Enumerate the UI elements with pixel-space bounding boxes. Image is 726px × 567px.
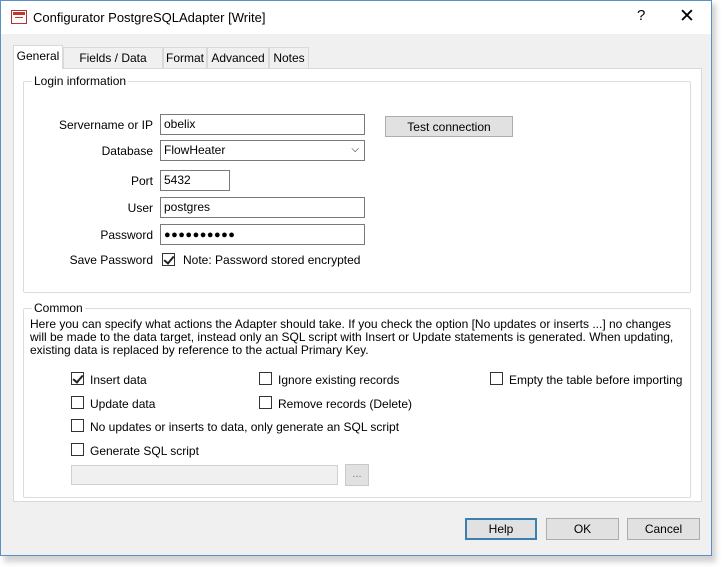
database-label: Database: [101, 144, 153, 158]
save-password-note: Note: Password stored encrypted: [183, 253, 361, 267]
title-bar: Configurator PostgreSQLAdapter [Write] ?…: [1, 1, 711, 34]
test-connection-button[interactable]: Test connection: [385, 116, 513, 137]
help-icon[interactable]: ?: [637, 7, 645, 24]
tab-advanced[interactable]: Advanced: [207, 47, 269, 68]
ok-button[interactable]: OK: [546, 518, 619, 540]
password-input[interactable]: ●●●●●●●●●●: [160, 224, 365, 245]
tab-format[interactable]: Format: [163, 47, 207, 68]
cancel-button[interactable]: Cancel: [627, 518, 700, 540]
update-data-label: Update data: [90, 397, 156, 411]
tab-notes[interactable]: Notes: [269, 47, 309, 68]
no-updates-checkbox[interactable]: [71, 419, 84, 432]
database-value: FlowHeater: [164, 143, 226, 157]
sql-script-path-input[interactable]: [71, 465, 338, 485]
servername-input[interactable]: obelix: [160, 114, 365, 135]
configurator-dialog: Configurator PostgreSQLAdapter [Write] ?…: [0, 0, 712, 556]
tab-fields-data-types[interactable]: Fields / Data types: [63, 47, 163, 79]
database-select[interactable]: FlowHeater ⌵: [160, 140, 365, 161]
ignore-existing-checkbox[interactable]: [259, 372, 272, 385]
remove-records-label: Remove records (Delete): [278, 397, 413, 411]
empty-table-label: Empty the table before importing: [509, 373, 683, 387]
user-input[interactable]: postgres: [160, 197, 365, 218]
insert-data-label: Insert data: [90, 373, 147, 387]
password-label: Password: [100, 228, 153, 242]
common-label: Common: [32, 301, 85, 315]
no-updates-label: No updates or inserts to data, only gene…: [90, 420, 400, 434]
close-icon[interactable]: ✕: [679, 5, 695, 28]
help-button[interactable]: Help: [465, 518, 537, 540]
generate-sql-label: Generate SQL script: [90, 444, 199, 458]
remove-records-checkbox[interactable]: [259, 396, 272, 409]
browse-button[interactable]: ...: [345, 464, 369, 486]
port-input[interactable]: 5432: [160, 170, 230, 191]
user-label: User: [127, 201, 153, 215]
save-password-label: Save Password: [69, 253, 153, 267]
app-icon: [11, 10, 27, 24]
tab-general[interactable]: General: [13, 45, 63, 69]
common-description: Here you can specify what actions the Ad…: [30, 317, 674, 357]
window-title: Configurator PostgreSQLAdapter [Write]: [33, 10, 266, 25]
save-password-checkbox[interactable]: [162, 253, 175, 266]
update-data-checkbox[interactable]: [71, 396, 84, 409]
empty-table-checkbox[interactable]: [490, 372, 503, 385]
generate-sql-checkbox[interactable]: [71, 443, 84, 456]
chevron-down-icon: ⌵: [351, 144, 359, 155]
servername-label: Servername or IP: [58, 118, 153, 132]
port-label: Port: [130, 174, 153, 188]
login-information-label: Login information: [32, 74, 129, 88]
insert-data-checkbox[interactable]: [71, 372, 84, 385]
ignore-existing-label: Ignore existing records: [278, 373, 400, 387]
